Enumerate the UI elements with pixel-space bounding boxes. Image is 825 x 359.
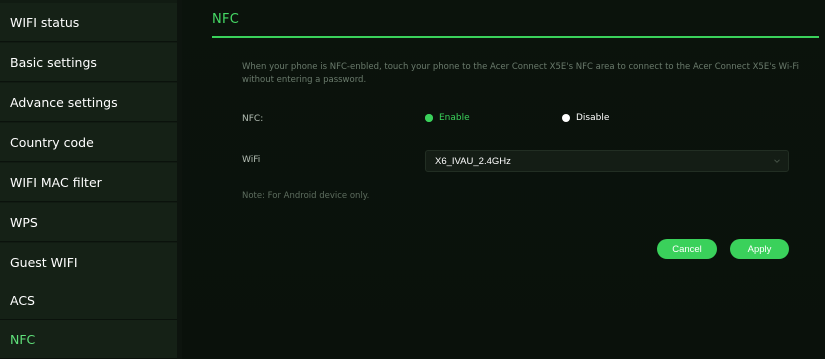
sidebar-item-label: Advance settings xyxy=(10,94,118,110)
cancel-button[interactable]: Cancel xyxy=(657,239,717,259)
wifi-select-value: X6_IVAU_2.4GHz xyxy=(435,155,511,167)
sidebar-item-label: WIFI MAC filter xyxy=(10,174,102,190)
sidebar-item-label: Country code xyxy=(10,134,94,150)
page-title: NFC xyxy=(212,12,240,27)
sidebar: WIFI status Basic settings Advance setti… xyxy=(0,0,177,359)
sidebar-item-wps[interactable]: WPS xyxy=(0,203,177,242)
nfc-panel: NFC When your phone is NFC-enbled, touch… xyxy=(182,0,825,359)
sidebar-item-label: Guest WIFI xyxy=(10,254,78,270)
nfc-disable-radio[interactable]: Disable xyxy=(562,113,609,123)
title-divider xyxy=(212,36,819,38)
apply-button-label: Apply xyxy=(747,243,772,255)
sidebar-item-advance-settings[interactable]: Advance settings xyxy=(0,83,177,122)
android-note: Note: For Android device only. xyxy=(242,191,370,201)
cancel-button-label: Cancel xyxy=(672,243,702,255)
sidebar-item-wifi-mac-filter[interactable]: WIFI MAC filter xyxy=(0,163,177,202)
sidebar-item-nfc[interactable]: NFC xyxy=(0,320,177,359)
radio-selected-icon xyxy=(425,114,433,122)
nfc-disable-label: Disable xyxy=(576,113,610,123)
radio-unselected-icon xyxy=(562,114,570,122)
nfc-label: NFC: xyxy=(242,114,264,124)
sidebar-item-label: NFC xyxy=(10,331,36,347)
sidebar-item-basic-settings[interactable]: Basic settings xyxy=(0,43,177,82)
wifi-label: WiFi xyxy=(242,155,261,165)
sidebar-item-label: ACS xyxy=(10,292,35,308)
chevron-down-icon xyxy=(774,159,780,163)
sidebar-item-label: WIFI status xyxy=(10,14,80,30)
sidebar-item-label: WPS xyxy=(10,214,38,230)
sidebar-item-label: Basic settings xyxy=(10,54,97,70)
app-frame: WIFI status Basic settings Advance setti… xyxy=(0,0,825,359)
apply-button[interactable]: Apply xyxy=(730,239,789,259)
wifi-select[interactable]: X6_IVAU_2.4GHz xyxy=(425,150,789,172)
sidebar-item-wifi-status[interactable]: WIFI status xyxy=(0,3,177,42)
sidebar-item-country-code[interactable]: Country code xyxy=(0,123,177,162)
nfc-description: When your phone is NFC-enbled, touch you… xyxy=(242,62,799,85)
nfc-enable-label: Enable xyxy=(439,113,470,123)
main-panel: NFC When your phone is NFC-enbled, touch… xyxy=(182,0,825,359)
nfc-enable-radio[interactable]: Enable xyxy=(425,113,470,123)
sidebar-item-acs[interactable]: ACS xyxy=(0,281,177,320)
sidebar-item-guest-wifi[interactable]: Guest WIFI xyxy=(0,243,177,282)
